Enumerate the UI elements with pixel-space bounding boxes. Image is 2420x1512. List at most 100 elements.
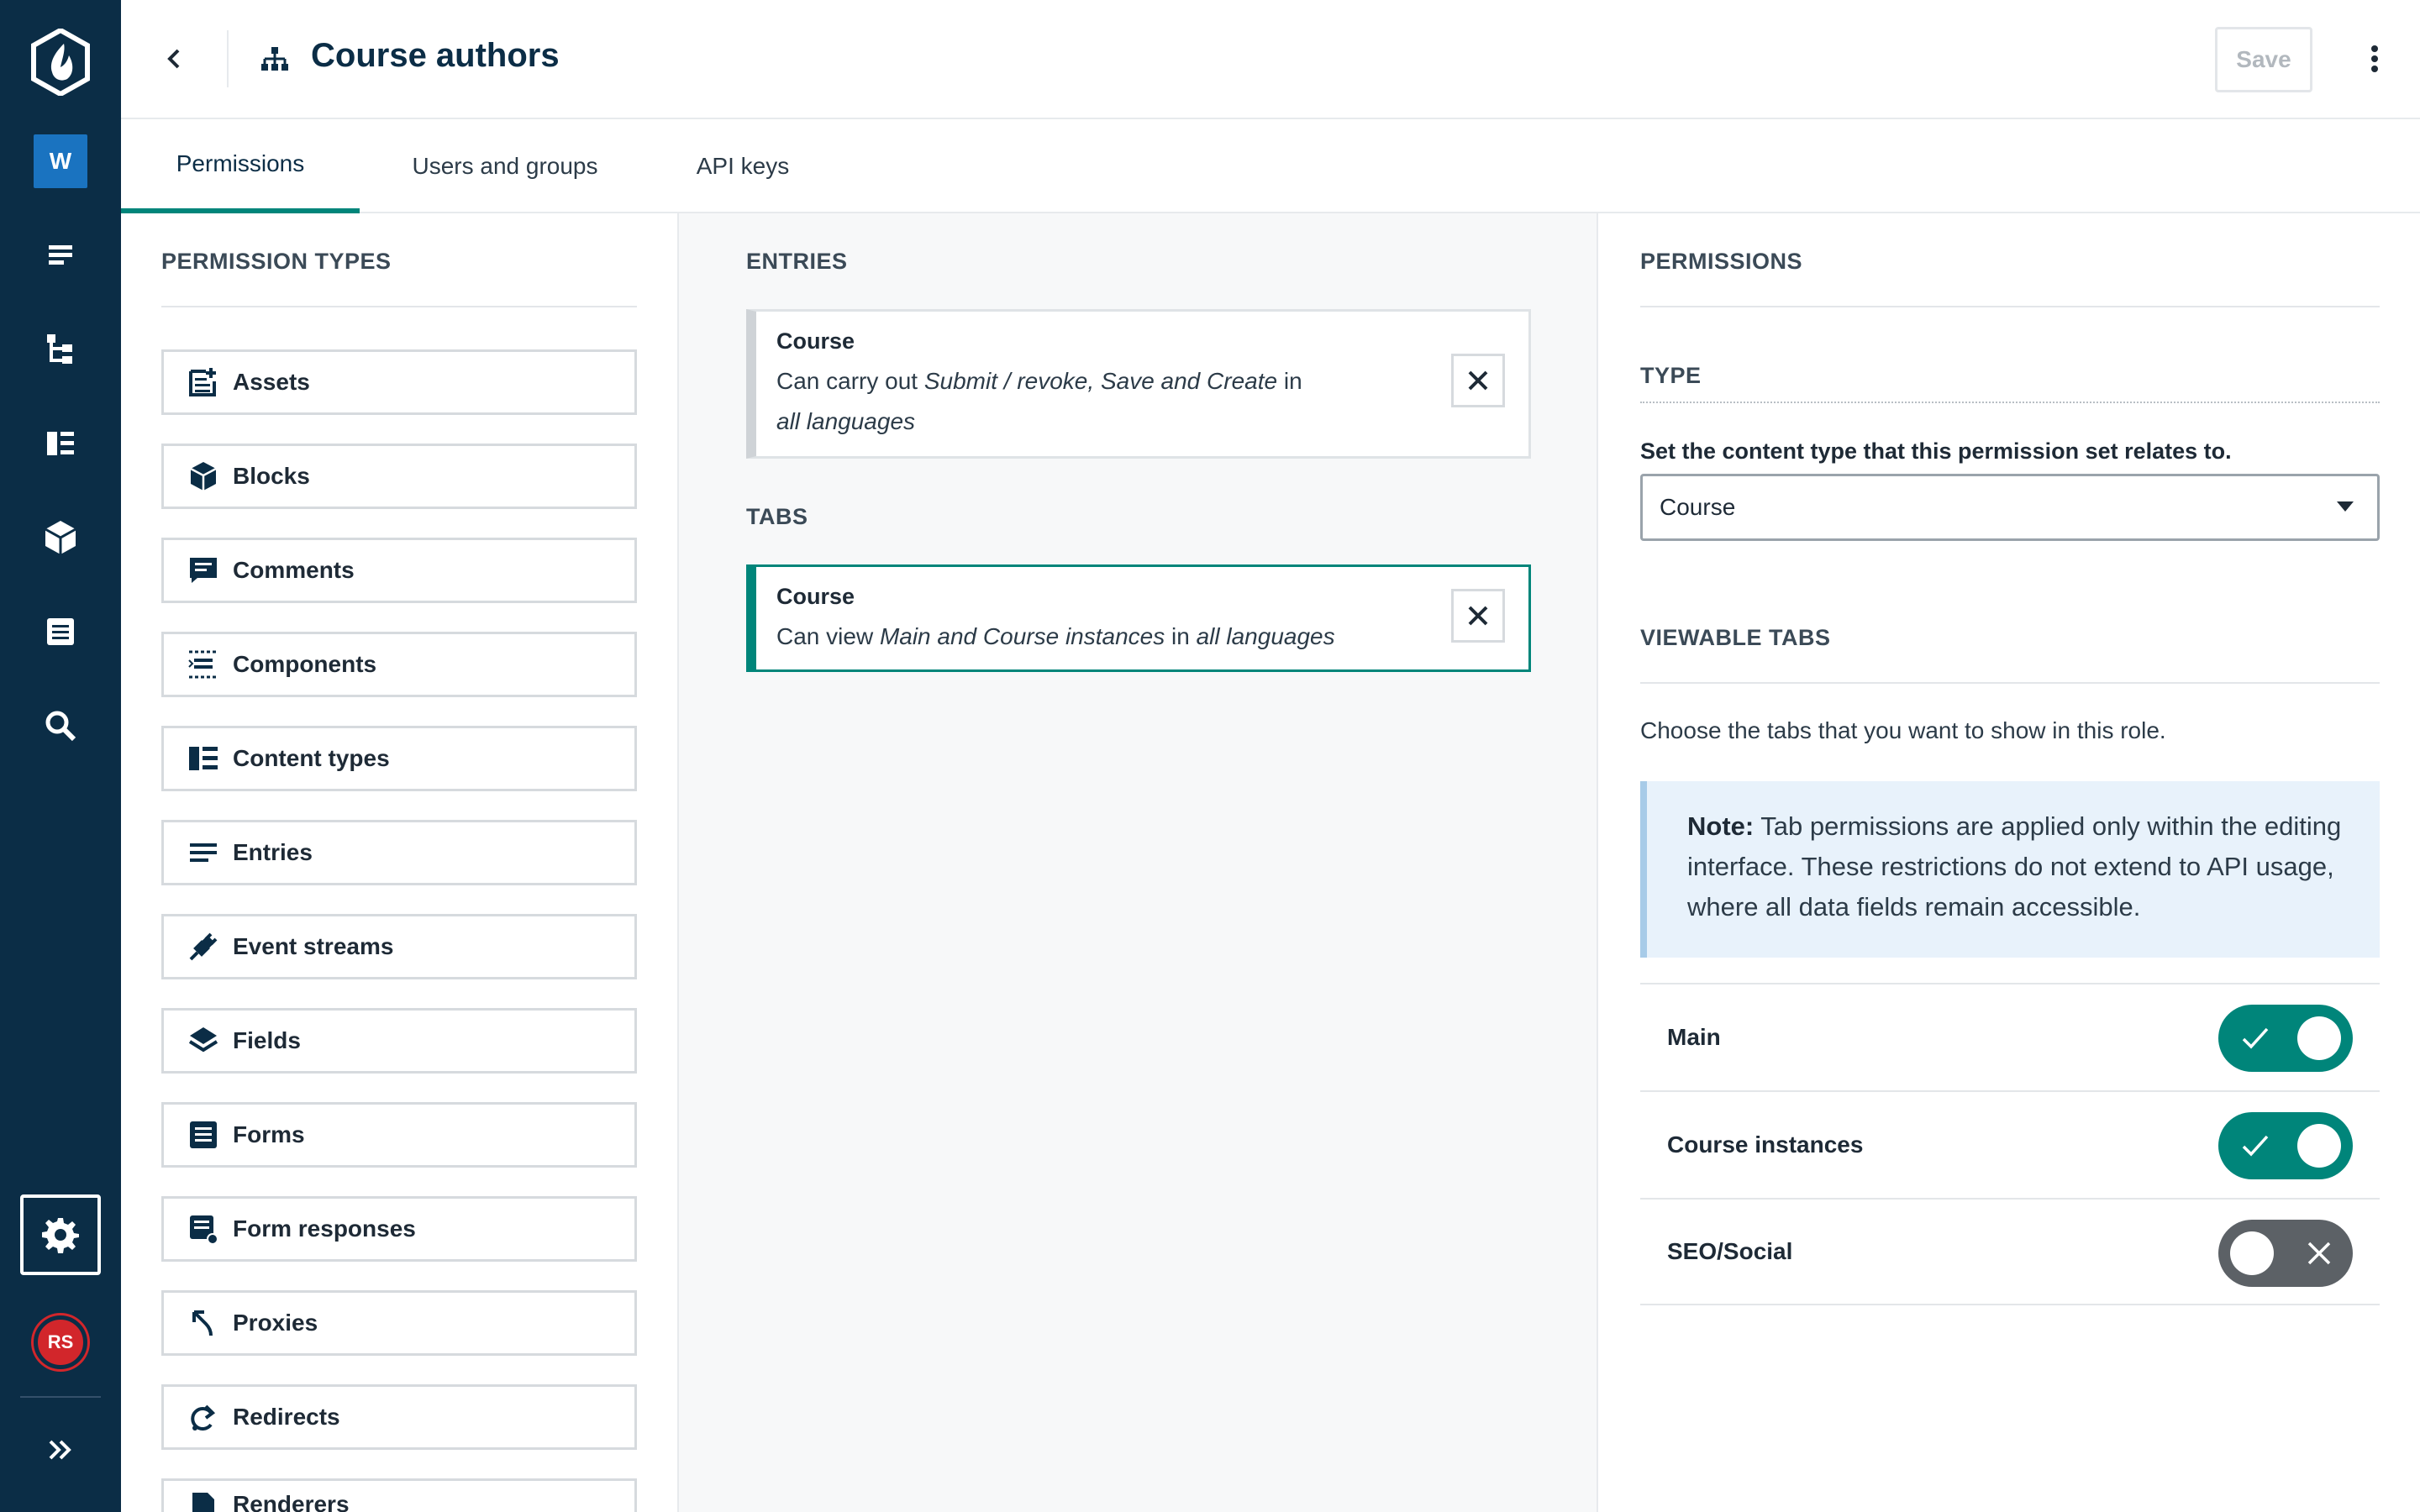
- tab-users-and-groups[interactable]: Users and groups: [387, 119, 623, 213]
- viewable-tabs-heading: VIEWABLE TABS: [1640, 625, 1831, 650]
- tab-toggle-label: Main: [1667, 1024, 1721, 1050]
- permission-type-label: Renderers: [233, 1491, 350, 1512]
- proxy-arrow-icon: [192, 1310, 213, 1336]
- permission-type-label: Components: [233, 651, 377, 677]
- redirect-icon: [191, 1404, 216, 1431]
- tab-card-title: Course: [776, 584, 855, 609]
- entries-nav-icon[interactable]: [40, 235, 81, 276]
- rules-panel: ENTRIES Course Can carry out Submit / re…: [679, 213, 1598, 1512]
- toggle-knob: [2230, 1231, 2274, 1275]
- tab-toggle-label: Course instances: [1667, 1131, 1864, 1158]
- permission-type-event-streams[interactable]: Event streams: [161, 914, 637, 979]
- permission-type-label: Event streams: [233, 933, 394, 959]
- permission-type-forms[interactable]: Forms: [161, 1102, 637, 1168]
- header-divider: [227, 30, 229, 87]
- caret-down-icon: [2337, 501, 2354, 512]
- permission-type-label: Fields: [233, 1027, 301, 1053]
- type-heading: TYPE: [1640, 363, 1702, 388]
- permission-type-components[interactable]: Components: [161, 632, 637, 697]
- components-icon: [188, 650, 218, 679]
- file-icon: [192, 1493, 214, 1512]
- divider: [1640, 682, 2380, 684]
- site-tree-nav-icon[interactable]: [40, 329, 81, 370]
- permission-type-label: Proxies: [233, 1310, 318, 1336]
- permission-type-label: Blocks: [233, 463, 310, 489]
- save-button[interactable]: Save: [2215, 27, 2312, 92]
- course-instances-tab-toggle[interactable]: [2218, 1112, 2353, 1179]
- entries-icon: [190, 843, 217, 862]
- left-nav-rail: W RS: [0, 0, 121, 1512]
- permission-type-form-responses[interactable]: Form responses: [161, 1196, 637, 1262]
- permission-type-blocks[interactable]: Blocks: [161, 444, 637, 509]
- comment-icon: [190, 558, 217, 583]
- divider: [161, 306, 637, 307]
- tab-api-keys[interactable]: API keys: [659, 119, 827, 213]
- content-type-select-value: Course: [1660, 494, 1736, 520]
- permission-type-fields[interactable]: Fields: [161, 1008, 637, 1074]
- entry-card-description: Can carry out Submit / revoke, Save and …: [776, 368, 1302, 434]
- divider: [1640, 306, 2380, 307]
- tab-permissions[interactable]: Permissions: [121, 119, 360, 213]
- permission-type-content-types[interactable]: Content types: [161, 726, 637, 791]
- form-icon: [190, 1121, 217, 1148]
- asset-icon: [189, 368, 216, 396]
- permission-type-label: Forms: [233, 1121, 305, 1147]
- tab-card-description: Can view Main and Course instances in al…: [776, 623, 1335, 649]
- permission-type-proxies[interactable]: Proxies: [161, 1290, 637, 1356]
- entry-permission-card[interactable]: Course Can carry out Submit / revoke, Sa…: [746, 309, 1531, 459]
- permission-type-label: Assets: [233, 369, 310, 395]
- permissions-heading: PERMISSIONS: [1640, 249, 1803, 274]
- expand-sidebar-icon[interactable]: [44, 1433, 77, 1467]
- permission-type-label: Comments: [233, 557, 355, 583]
- permission-type-assets[interactable]: Assets: [161, 349, 637, 415]
- remove-tab-permission-button[interactable]: [1451, 589, 1505, 643]
- toggle-knob: [2297, 1016, 2341, 1060]
- forms-nav-icon[interactable]: [40, 612, 81, 652]
- content-type-icon: [189, 747, 218, 770]
- plug-icon: [189, 932, 218, 961]
- viewable-tabs-help: Choose the tabs that you want to show in…: [1640, 717, 2166, 743]
- permission-type-redirects[interactable]: Redirects: [161, 1384, 637, 1450]
- dotted-divider: [1640, 402, 2380, 403]
- note-text: Tab permissions are applied only within …: [1687, 811, 2342, 921]
- check-icon: [2242, 1027, 2269, 1049]
- type-field-label: Set the content type that this permissio…: [1640, 438, 2232, 464]
- hierarchy-icon: [261, 47, 288, 71]
- app-logo-icon[interactable]: [30, 29, 91, 96]
- rail-divider: [20, 1396, 101, 1398]
- remove-entry-permission-button[interactable]: [1451, 354, 1505, 407]
- close-icon: [1468, 606, 1488, 626]
- gear-icon: [42, 1218, 79, 1253]
- search-nav-icon[interactable]: [40, 706, 81, 746]
- toggle-knob: [2297, 1124, 2341, 1168]
- permission-type-label: Entries: [233, 839, 313, 865]
- tab-toggle-label: SEO/Social: [1667, 1238, 1793, 1264]
- permission-type-renderers[interactable]: Renderers: [161, 1478, 637, 1512]
- permission-type-label: Form responses: [233, 1215, 416, 1242]
- permission-types-heading: PERMISSION TYPES: [161, 249, 392, 274]
- permission-type-entries[interactable]: Entries: [161, 820, 637, 885]
- tab-permission-card[interactable]: Course Can view Main and Course instance…: [746, 564, 1531, 672]
- blocks-nav-icon[interactable]: [40, 517, 81, 558]
- tab-bar: Permissions Users and groups API keys: [121, 119, 2420, 213]
- settings-nav-button[interactable]: [20, 1194, 101, 1275]
- workspace-badge[interactable]: W: [34, 134, 87, 188]
- page-header: Course authors Save: [121, 0, 2420, 119]
- entry-card-title: Course: [776, 328, 855, 354]
- tab-toggle-row-main: Main: [1640, 983, 2380, 1090]
- more-options-icon[interactable]: [2358, 42, 2391, 76]
- permission-type-label: Content types: [233, 745, 390, 771]
- layers-icon: [188, 1027, 218, 1053]
- content-type-select[interactable]: Course: [1640, 474, 2380, 541]
- x-icon: [2307, 1242, 2331, 1265]
- tab-permissions-note: Note: Tab permissions are applied only w…: [1640, 781, 2380, 958]
- content-types-nav-icon[interactable]: [40, 423, 81, 464]
- back-arrow-icon[interactable]: [158, 42, 192, 76]
- seo-social-tab-toggle[interactable]: [2218, 1220, 2353, 1287]
- page-title: Course authors: [311, 37, 560, 74]
- main-tab-toggle[interactable]: [2218, 1005, 2353, 1072]
- user-avatar[interactable]: RS: [34, 1315, 87, 1369]
- permission-type-comments[interactable]: Comments: [161, 538, 637, 603]
- tab-toggle-row-seo-social: SEO/Social: [1640, 1198, 2380, 1305]
- permission-type-label: Redirects: [233, 1404, 340, 1430]
